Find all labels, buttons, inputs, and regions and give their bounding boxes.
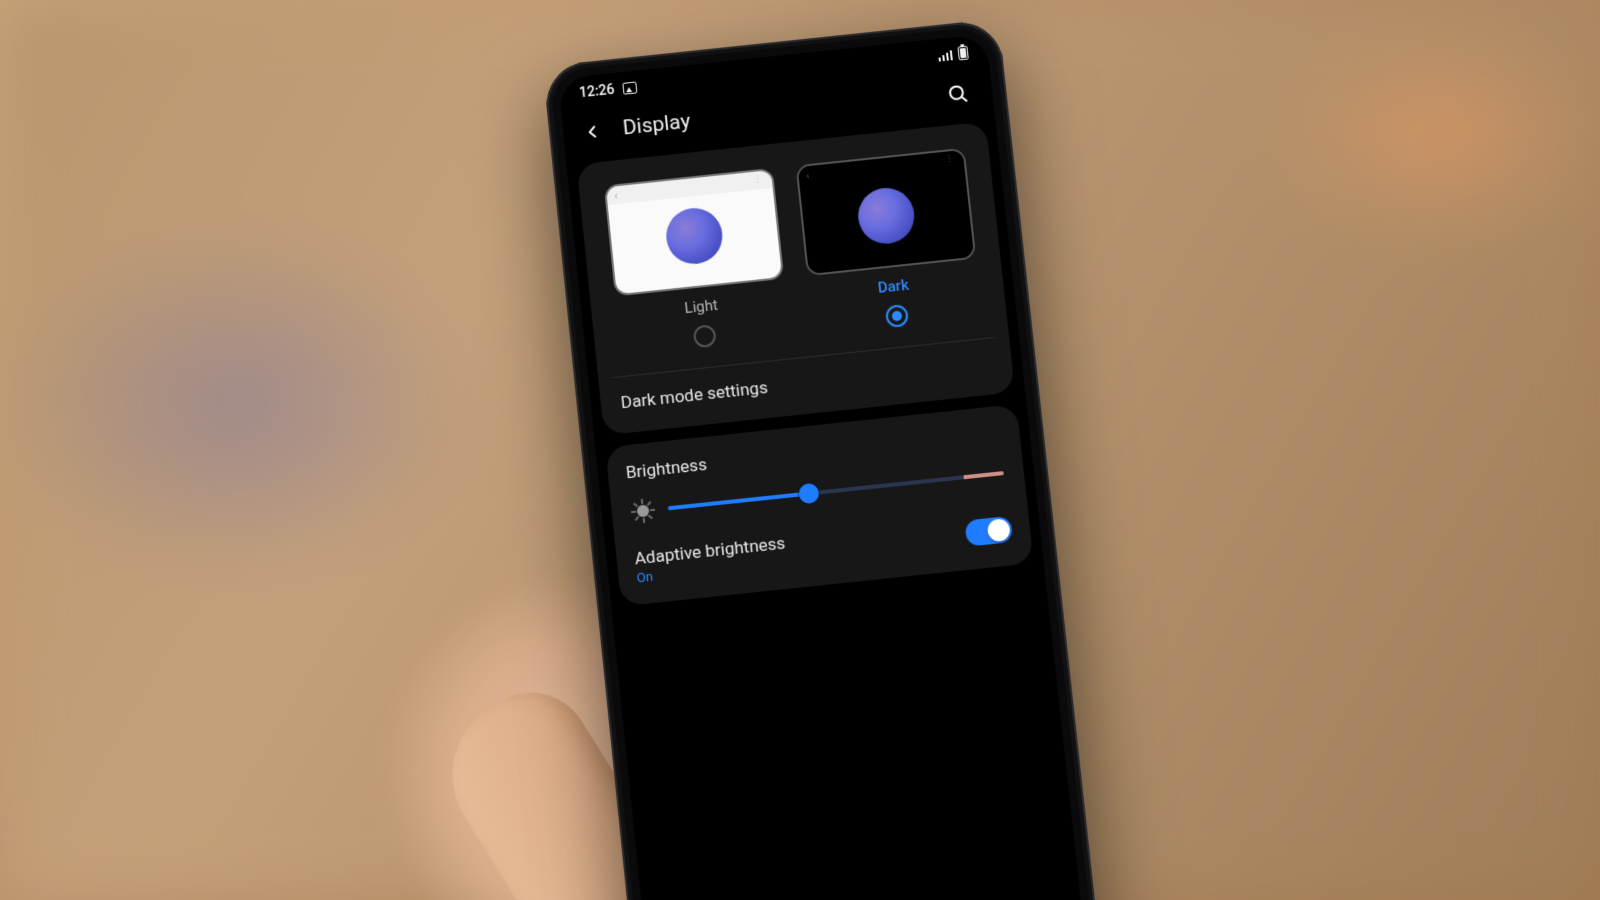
status-time: 12:26 [578,82,615,101]
theme-thumb-light: ‹⋮ [603,168,784,297]
brightness-fill [668,492,809,511]
theme-card: ‹⋮ Light ‹⋮ Dark [576,121,1015,435]
theme-radio-dark[interactable] [884,304,908,328]
dark-mode-settings-row[interactable]: Dark mode settings [618,352,995,415]
phone-frame: 12:26 Display [542,19,1101,900]
brightness-card: Brightness [605,404,1033,606]
theme-option-dark[interactable]: ‹⋮ Dark [792,147,984,336]
theme-label-dark: Dark [877,276,910,297]
screenshot-icon [622,82,637,95]
brightness-icon [631,499,655,523]
theme-label-light: Light [684,296,719,317]
page-title: Display [622,110,692,141]
adaptive-brightness-toggle[interactable] [964,515,1013,546]
theme-thumb-dark: ‹⋮ [795,148,976,277]
search-button[interactable] [939,75,976,112]
theme-radio-light[interactable] [692,324,716,348]
back-button[interactable] [574,113,611,150]
signal-icon [937,48,953,61]
toggle-knob [987,518,1011,542]
scene: 12:26 Display [0,0,1600,900]
brightness-thumb[interactable] [798,482,820,504]
theme-option-light[interactable]: ‹⋮ Light [601,168,793,357]
battery-icon [957,46,968,61]
